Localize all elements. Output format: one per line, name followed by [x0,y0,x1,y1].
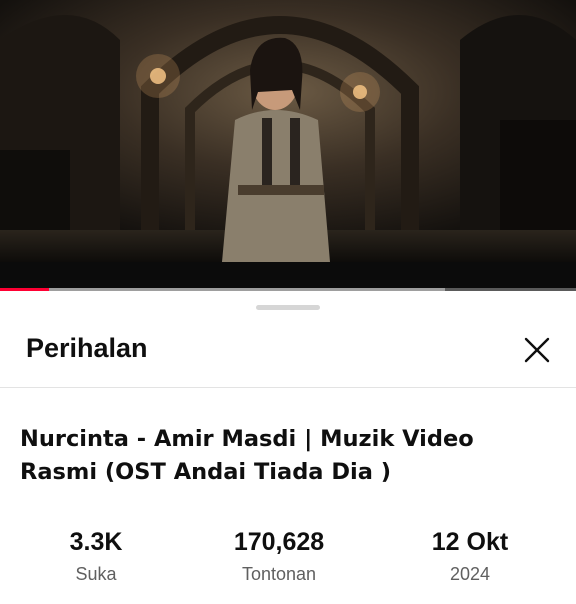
divider [0,387,576,388]
upload-year: 2024 [449,564,491,584]
video-thumbnail [0,0,576,262]
sheet-title: Perihalan [26,333,148,363]
upload-date: 12 Okt [431,528,509,556]
close-icon [524,337,550,363]
stat-views: 170,628 Tontonan [209,527,349,585]
views-label: Tontonan [241,564,317,584]
likes-label: Suka [75,564,117,584]
likes-count: 3.3K [69,528,123,556]
stat-date: 12 Okt 2024 [410,527,530,585]
views-count: 170,628 [233,528,325,556]
video-title: Nurcinta - Amir Masdi | Muzik Video Rasm… [20,426,474,485]
description-sheet: Perihalan Nurcinta - Amir Masdi | Muzik … [0,291,576,604]
close-button[interactable] [518,331,556,369]
stat-likes: 3.3K Suka [46,527,146,585]
video-letterbox [0,262,576,288]
video-player[interactable] [0,0,576,262]
drag-handle[interactable] [256,305,320,310]
video-stats: 3.3K Suka 170,628 Tontonan 12 Okt 2024 [0,527,576,587]
